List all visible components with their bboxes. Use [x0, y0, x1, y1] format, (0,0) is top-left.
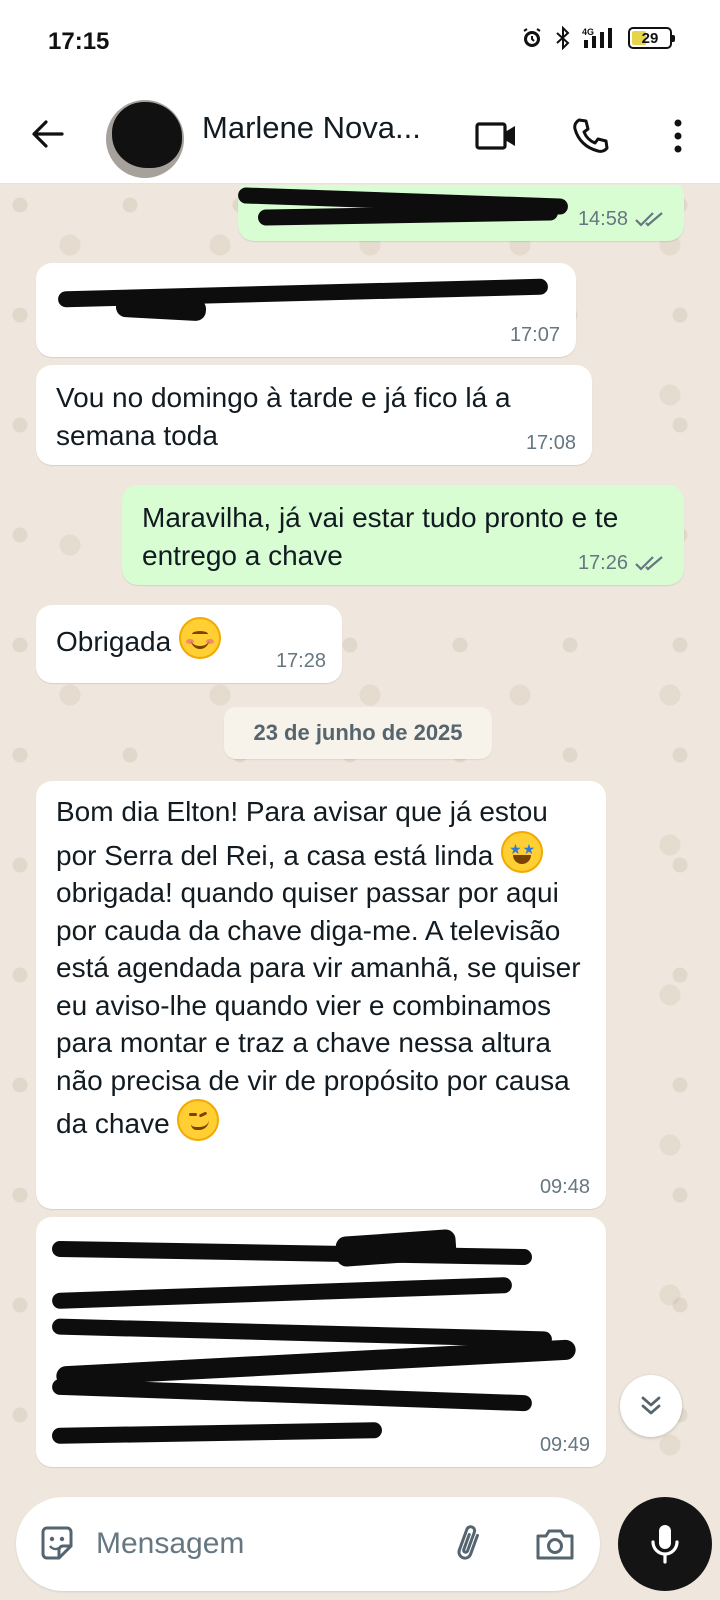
message-composer: [16, 1497, 600, 1591]
video-camera-icon: [475, 122, 515, 150]
sticker-icon: [41, 1526, 73, 1560]
camera-icon: [536, 1529, 574, 1560]
message-meta: 17:07: [510, 322, 560, 349]
more-options-button[interactable]: [656, 114, 700, 158]
message-meta: 09:48: [540, 1174, 590, 1201]
message-bubble-incoming[interactable]: Obrigada 17:28: [36, 605, 342, 683]
message-text: obrigada! quando quiser passar por aqui …: [56, 877, 581, 1140]
status-bar: 17:15 4G 29: [0, 0, 720, 84]
chat-header: Marlene Nova...: [0, 84, 720, 184]
message-meta: 14:58: [578, 206, 668, 233]
more-vertical-icon: [674, 119, 682, 153]
contact-name[interactable]: Marlene Nova...: [202, 110, 442, 146]
message-time: 09:48: [539, 1176, 590, 1199]
message-bubble-incoming[interactable]: Vou no domingo à tarde e já fico lá a se…: [36, 365, 592, 465]
message-time: 14:58: [577, 207, 628, 230]
message-time: 09:49: [539, 1433, 590, 1456]
status-icons: 4G 29: [520, 26, 675, 50]
redaction-scribble: [257, 204, 559, 226]
double-check-icon: [635, 212, 663, 227]
attach-button[interactable]: [446, 1521, 492, 1567]
redaction-scribble: [112, 102, 182, 168]
message-bubble-outgoing[interactable]: Maravilha, já vai estar tudo pronto e te…: [122, 485, 684, 585]
redaction-scribble: [51, 1276, 513, 1310]
redaction-scribble: [51, 1240, 533, 1266]
battery-icon: 29: [628, 27, 675, 49]
avatar[interactable]: [106, 100, 184, 178]
message-time: 17:08: [525, 431, 576, 454]
message-input[interactable]: [96, 1523, 426, 1565]
message-meta: 17:26: [578, 550, 668, 577]
smiling-face-icon: [178, 617, 221, 659]
back-button[interactable]: [26, 112, 70, 156]
chevron-double-down-icon: [641, 1396, 661, 1415]
redaction-scribble: [51, 1422, 383, 1444]
message-bubble-incoming[interactable]: 17:07: [36, 263, 576, 357]
camera-button[interactable]: [532, 1521, 578, 1567]
signal-icon: 4G: [582, 27, 612, 48]
redaction-scribble: [115, 294, 207, 322]
message-meta: 09:49: [540, 1432, 590, 1459]
alarm-icon: [523, 28, 541, 47]
date-separator: 23 de junho de 2025: [224, 707, 492, 759]
redaction-scribble: [51, 1318, 553, 1348]
battery-level: 29: [641, 29, 659, 47]
message-time: 17:26: [577, 551, 628, 574]
voice-call-button[interactable]: [568, 114, 612, 158]
scroll-to-bottom-button[interactable]: [620, 1375, 682, 1437]
arrow-left-icon: [32, 120, 64, 148]
paperclip-icon: [457, 1525, 479, 1560]
message-time: 17:07: [509, 323, 560, 346]
message-text: Obrigada: [56, 626, 172, 657]
message-meta: 17:28: [276, 648, 326, 675]
video-call-button[interactable]: [474, 114, 518, 158]
message-text: Bom dia Elton! Para avisar que já estou …: [56, 796, 548, 871]
microphone-icon: [651, 1525, 679, 1564]
status-time: 17:15: [48, 28, 110, 55]
redaction-scribble: [51, 1378, 533, 1412]
chat-area[interactable]: 14:58 17:07 Vou no domingo à tarde e já …: [0, 185, 720, 1500]
message-bubble-incoming[interactable]: Bom dia Elton! Para avisar que já estou …: [36, 781, 606, 1209]
double-check-icon: [635, 556, 663, 571]
message-meta: 17:08: [526, 430, 576, 457]
message-bubble-incoming[interactable]: 09:49: [36, 1217, 606, 1467]
message-text: Vou no domingo à tarde e já fico lá a se…: [56, 382, 511, 452]
svg-text:4G: 4G: [582, 27, 594, 37]
voice-message-button[interactable]: [618, 1497, 712, 1591]
bluetooth-icon: [556, 26, 570, 50]
sticker-button[interactable]: [34, 1521, 80, 1567]
message-time: 17:28: [275, 649, 326, 672]
star-struck-icon: [501, 830, 544, 873]
message-bubble-outgoing[interactable]: 14:58: [237, 185, 684, 241]
winking-face-icon: [177, 1099, 220, 1142]
phone-icon: [573, 118, 609, 153]
redaction-scribble: [55, 1339, 577, 1387]
